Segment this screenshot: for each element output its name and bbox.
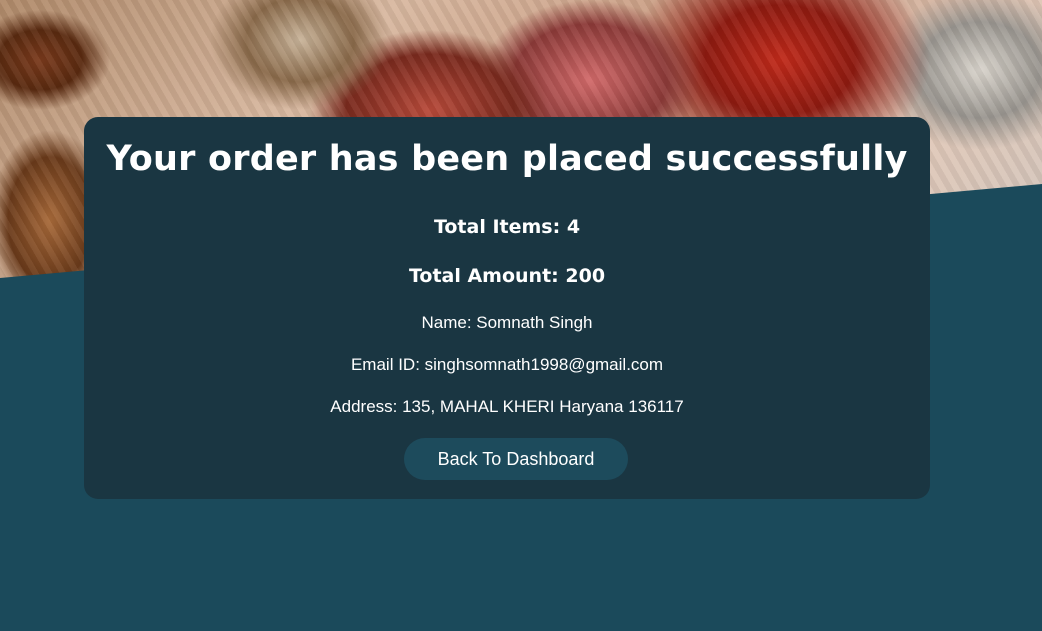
page-title: Your order has been placed successfully xyxy=(106,139,908,179)
customer-email-text: Email ID: singhsomnath1998@gmail.com xyxy=(350,355,664,374)
total-amount-text: Total Amount: 200 xyxy=(408,265,606,287)
back-to-dashboard-button[interactable]: Back To Dashboard xyxy=(404,438,628,480)
total-items-text: Total Items: 4 xyxy=(433,216,581,238)
page: Your order has been placed successfully … xyxy=(0,0,1042,631)
customer-name-text: Name: Somnath Singh xyxy=(421,313,593,332)
order-confirmation-card: Your order has been placed successfully … xyxy=(84,117,930,499)
customer-address-text: Address: 135, MAHAL KHERI Haryana 136117 xyxy=(330,397,684,416)
